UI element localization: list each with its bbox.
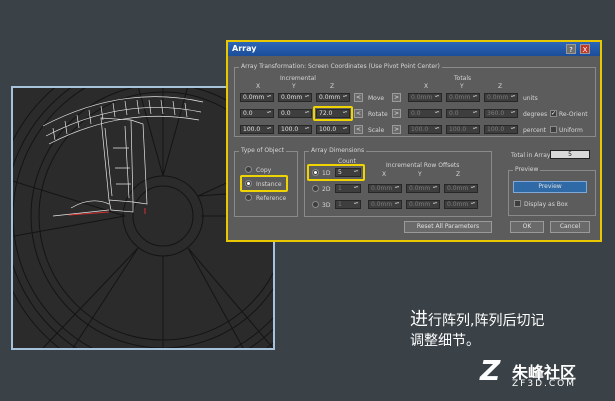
display-as-box-label: Display as Box [524, 201, 568, 208]
dimensions-group-title: Array Dimensions [309, 147, 367, 154]
total-in-array-label: Total in Array: [511, 152, 553, 159]
reference-label: Reference [256, 195, 287, 202]
move-x-total[interactable]: 0.0mm [408, 93, 442, 102]
uniform-checkbox[interactable] [550, 126, 557, 133]
scale-left-arrow[interactable]: < [354, 125, 363, 134]
rotate-left-arrow[interactable]: < [354, 109, 363, 118]
close-button[interactable]: X [580, 44, 590, 54]
caption-line-2: 调整细节。 [410, 333, 480, 349]
move-z-inc[interactable]: 0.0mm [316, 93, 350, 102]
scale-x-total[interactable]: 100.0 [408, 125, 442, 134]
offset-axis-x: X [382, 171, 387, 178]
dim-2d-offset-z[interactable]: 0.0mm [444, 184, 478, 193]
rotate-z-highlight [313, 106, 353, 121]
reference-radio[interactable] [245, 194, 252, 201]
rotate-z-total[interactable]: 360.0 [484, 109, 518, 118]
caption-line-1-text: 行阵列,阵列后切记 [428, 313, 545, 329]
scale-x-inc[interactable]: 100.0 [240, 125, 274, 134]
dialog-title: Array [232, 44, 257, 53]
caption-line-1: 进行阵列,阵列后切记 [410, 310, 544, 331]
ok-button[interactable]: OK [510, 221, 544, 233]
rotate-label: Rotate [368, 111, 388, 118]
tot-axis-x: X [424, 83, 429, 90]
caption: 进行阵列,阵列后切记 调整细节。 [410, 310, 544, 351]
logo-mark: Z [480, 354, 501, 387]
scale-z-inc[interactable]: 100.0 [316, 125, 350, 134]
tot-axis-z: Z [498, 83, 503, 90]
dim-2d-label: 2D [322, 186, 331, 193]
inc-axis-y: Y [292, 83, 296, 90]
total-in-array-value: 5 [550, 150, 590, 159]
scale-y-inc[interactable]: 100.0 [278, 125, 312, 134]
rotate-y-total[interactable]: 0.0 [446, 109, 480, 118]
array-dialog: Array ? X Array Transformation: Screen C… [226, 40, 602, 242]
scale-right-arrow[interactable]: > [392, 125, 401, 134]
move-y-inc[interactable]: 0.0mm [278, 93, 312, 102]
rotate-unit: degrees [523, 111, 548, 118]
offset-axis-z: Z [456, 171, 461, 178]
row-offsets-label: Incremental Row Offsets [386, 162, 460, 169]
dim-1d-highlight [307, 164, 365, 181]
dim-3d-count[interactable]: 1 [335, 200, 361, 209]
preview-group: Preview [508, 166, 596, 216]
incremental-label: Incremental [280, 75, 316, 82]
uniform-label: Uniform [559, 127, 583, 134]
dim-3d-offset-x[interactable]: 0.0mm [368, 200, 402, 209]
rotate-right-arrow[interactable]: > [392, 109, 401, 118]
transform-group-title: Array Transformation: Screen Coordinates… [239, 63, 442, 70]
move-left-arrow[interactable]: < [354, 93, 363, 102]
caption-first-char: 进 [410, 309, 428, 330]
dim-3d-offset-y[interactable]: 0.0mm [406, 200, 440, 209]
copy-label: Copy [256, 167, 272, 174]
logo-domain: ZF3D.COM [512, 379, 576, 389]
dialog-titlebar[interactable]: Array ? X [228, 42, 600, 56]
dim-2d-radio[interactable] [312, 185, 319, 192]
tot-axis-y: Y [460, 83, 464, 90]
totals-label: Totals [454, 75, 472, 82]
preview-group-title: Preview [513, 166, 541, 173]
move-label: Move [368, 95, 385, 102]
re-orient-checkbox[interactable]: ✓ [550, 110, 557, 117]
dim-3d-offset-z[interactable]: 0.0mm [444, 200, 478, 209]
dim-2d-offset-x[interactable]: 0.0mm [368, 184, 402, 193]
move-x-inc[interactable]: 0.0mm [240, 93, 274, 102]
move-unit: units [523, 95, 538, 102]
instance-highlight [240, 175, 288, 192]
rotate-x-total[interactable]: 0.0 [408, 109, 442, 118]
cancel-button[interactable]: Cancel [550, 221, 590, 233]
move-z-total[interactable]: 0.0mm [484, 93, 518, 102]
dim-3d-radio[interactable] [312, 201, 319, 208]
copy-radio[interactable] [245, 166, 252, 173]
type-group-title: Type of Object [239, 147, 286, 154]
scale-y-total[interactable]: 100.0 [446, 125, 480, 134]
help-button[interactable]: ? [566, 44, 576, 54]
dim-2d-count[interactable]: 1 [335, 184, 361, 193]
inc-axis-z: Z [330, 83, 335, 90]
move-y-total[interactable]: 0.0mm [446, 93, 480, 102]
dim-2d-offset-y[interactable]: 0.0mm [406, 184, 440, 193]
scale-label: Scale [368, 127, 385, 134]
reset-all-parameters-button[interactable]: Reset All Parameters [404, 221, 492, 233]
move-right-arrow[interactable]: > [392, 93, 401, 102]
scale-unit: percent [523, 127, 546, 134]
preview-button[interactable]: Preview [513, 181, 587, 193]
re-orient-label: Re-Orient [559, 111, 588, 118]
inc-axis-x: X [256, 83, 261, 90]
display-as-box-checkbox[interactable] [514, 200, 521, 207]
rotate-y-inc[interactable]: 0.0 [278, 109, 312, 118]
dim-3d-label: 3D [322, 202, 331, 209]
offset-axis-y: Y [418, 171, 422, 178]
scale-z-total[interactable]: 100.0 [484, 125, 518, 134]
rotate-x-inc[interactable]: 0.0 [240, 109, 274, 118]
